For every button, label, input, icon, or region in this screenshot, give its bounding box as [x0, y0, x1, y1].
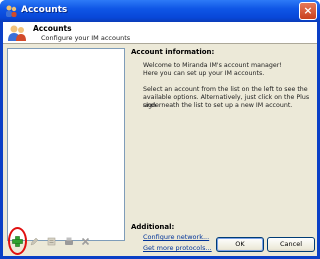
dialog-header: Accounts Configure your IM accounts — [3, 22, 317, 44]
dialog-body: Accounts Configure your IM accounts Acco… — [3, 22, 317, 256]
delete-account-button[interactable] — [80, 236, 91, 247]
delete-icon — [81, 237, 90, 246]
configure-network-link[interactable]: Configure network... — [143, 233, 209, 241]
add-account-button[interactable] — [12, 236, 23, 247]
edit-icon — [30, 237, 39, 246]
connect-icon — [64, 237, 73, 245]
ok-button[interactable]: OK — [216, 237, 264, 252]
header-subtitle: Configure your IM accounts — [41, 34, 131, 42]
welcome-text-2: Here you can set up your IM accounts. — [143, 70, 265, 77]
options-icon — [47, 237, 56, 246]
title-bar[interactable]: Accounts × — [0, 0, 320, 22]
header-title: Accounts — [33, 24, 72, 33]
get-more-protocols-link[interactable]: Get more protocols... — [143, 244, 212, 252]
users-icon — [8, 25, 26, 41]
additional-title: Additional: — [131, 223, 175, 231]
account-list[interactable] — [7, 48, 125, 241]
connect-account-button[interactable] — [63, 236, 74, 247]
add-icon — [12, 236, 23, 247]
cancel-button[interactable]: Cancel — [267, 237, 315, 252]
instructions-text-3: underneath the list to set up a new IM a… — [143, 102, 293, 109]
account-info-title: Account information: — [131, 48, 215, 56]
close-icon[interactable]: × — [299, 2, 317, 20]
accounts-window: Accounts × Accounts Configure your IM ac… — [0, 0, 320, 259]
window-title: Accounts — [21, 5, 68, 15]
account-options-button[interactable] — [46, 236, 57, 247]
instructions-text-1: Select an account from the list on the l… — [143, 86, 308, 93]
edit-account-button[interactable] — [29, 236, 40, 247]
accounts-icon — [6, 5, 17, 17]
welcome-text-1: Welcome to Miranda IM's account manager! — [143, 62, 282, 69]
